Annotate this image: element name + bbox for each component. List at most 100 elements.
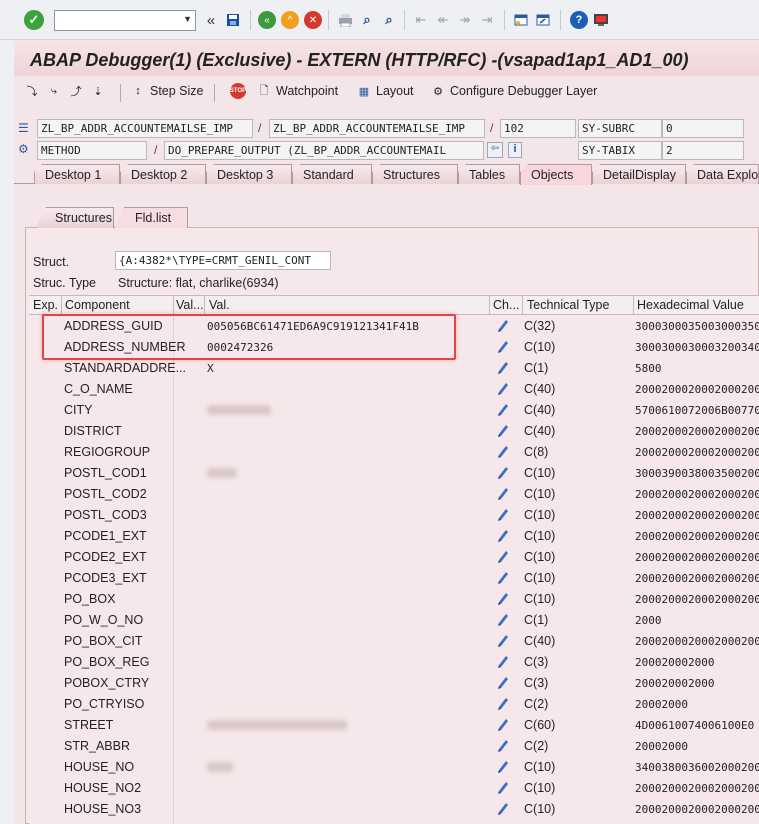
table-row[interactable]: HOUSE_NO3 C(10) 2000200020002000200: [29, 798, 759, 819]
table-row[interactable]: STR_ABBR C(2) 20002000: [29, 735, 759, 756]
pencil-icon[interactable]: [496, 318, 510, 332]
pencil-icon[interactable]: [496, 738, 510, 752]
pencil-icon[interactable]: [496, 612, 510, 626]
table-row[interactable]: HOUSE_NO2 C(10) 2000200020002000200: [29, 777, 759, 798]
pencil-icon[interactable]: [496, 654, 510, 668]
breakpoint-button[interactable]: STOP: [230, 83, 246, 99]
table-row[interactable]: REGIOGROUP C(8) 2000200020002000200: [29, 441, 759, 462]
pencil-icon[interactable]: [496, 780, 510, 794]
check-icon[interactable]: ✓: [24, 10, 44, 30]
table-row[interactable]: POSTL_COD3 C(10) 2000200020002000200: [29, 504, 759, 525]
subtab-structures[interactable]: Structures: [36, 207, 114, 228]
pencil-icon[interactable]: [496, 360, 510, 374]
table-row[interactable]: PO_BOX_CIT C(40) 2000200020002000200: [29, 630, 759, 651]
col-val[interactable]: Val.: [209, 298, 230, 312]
command-field[interactable]: ▼: [54, 10, 196, 31]
tab-data-explorer[interactable]: Data Explore: [686, 164, 759, 184]
tab-objects[interactable]: Objects: [520, 164, 592, 185]
table-row[interactable]: PO_BOX_REG C(3) 200020002000: [29, 651, 759, 672]
last-page-icon[interactable]: ⇥: [478, 11, 496, 29]
table-row[interactable]: HOUSE_NO C(10) 3400380036002000200: [29, 756, 759, 777]
prev-page-icon[interactable]: ↞: [434, 11, 452, 29]
pencil-icon[interactable]: [496, 759, 510, 773]
pencil-icon[interactable]: [496, 444, 510, 458]
tab-standard[interactable]: Standard: [292, 164, 372, 184]
watchpoint-button[interactable]: 🗋 Watchpoint: [256, 83, 339, 99]
table-row[interactable]: STANDARDADDRE... X C(1) 5800: [29, 357, 759, 378]
table-row[interactable]: PCODE2_EXT C(10) 2000200020002000200: [29, 546, 759, 567]
pencil-icon[interactable]: [496, 528, 510, 542]
create-session-icon[interactable]: [512, 11, 530, 29]
table-row[interactable]: DISTRICT C(40) 2000200020002000200: [29, 420, 759, 441]
execute-button[interactable]: ⤷: [46, 83, 62, 99]
pencil-icon[interactable]: [496, 507, 510, 521]
event-type-field[interactable]: METHOD: [37, 141, 147, 160]
table-row[interactable]: STREET C(60) 4D00610074006100E0: [29, 714, 759, 735]
col-technical-type[interactable]: Technical Type: [527, 298, 609, 312]
exit-icon[interactable]: ^: [281, 11, 299, 29]
pencil-icon[interactable]: [496, 801, 510, 815]
pencil-icon[interactable]: [496, 423, 510, 437]
tab-desktop-1[interactable]: Desktop 1: [34, 164, 120, 184]
include-field[interactable]: ZL_BP_ADDR_ACCOUNTEMAILSE_IMP: [269, 119, 485, 138]
col-hex-value[interactable]: Hexadecimal Value: [637, 298, 744, 312]
back-icon[interactable]: «: [202, 11, 220, 29]
subtab-fld-list[interactable]: Fld.list: [114, 207, 188, 228]
tab-tables[interactable]: Tables: [458, 164, 520, 184]
find-next-icon[interactable]: ⌕: [380, 11, 398, 29]
table-row[interactable]: PCODE3_EXT C(10) 2000200020002000200: [29, 567, 759, 588]
program-field[interactable]: ZL_BP_ADDR_ACCOUNTEMAILSE_IMP: [37, 119, 253, 138]
next-page-icon[interactable]: ↠: [456, 11, 474, 29]
event-field[interactable]: DO_PREPARE_OUTPUT (ZL_BP_ADDR_ACCOUNTEMA…: [164, 141, 484, 160]
continue-button[interactable]: ⇣: [90, 83, 106, 99]
pencil-icon[interactable]: [496, 570, 510, 584]
pencil-icon[interactable]: [496, 339, 510, 353]
table-row[interactable]: PO_W_O_NO C(1) 2000: [29, 609, 759, 630]
pencil-icon[interactable]: [496, 465, 510, 479]
tab-desktop-2[interactable]: Desktop 2: [120, 164, 206, 184]
table-row[interactable]: PCODE1_EXT C(10) 2000200020002000200: [29, 525, 759, 546]
table-row[interactable]: POSTL_COD2 C(10) 2000200020002000200: [29, 483, 759, 504]
shortcut-icon[interactable]: [534, 11, 552, 29]
subrc-value[interactable]: 0: [662, 119, 744, 138]
table-row[interactable]: PO_CTRYISO C(2) 20002000: [29, 693, 759, 714]
struct-field[interactable]: {A:4382*\TYPE=CRMT_GENIL_CONT: [115, 251, 331, 270]
step-size-button[interactable]: ↕ Step Size: [130, 83, 203, 99]
configure-debugger-layer-button[interactable]: ⚙ Configure Debugger Layer: [430, 83, 597, 99]
info-icon[interactable]: i: [508, 142, 522, 158]
table-row[interactable]: POSTL_COD1 C(10) 3000390038003500200: [29, 462, 759, 483]
line-field[interactable]: 102: [500, 119, 576, 138]
col-val-short[interactable]: Val...: [176, 298, 204, 312]
tab-structures[interactable]: Structures: [372, 164, 458, 184]
help-icon[interactable]: ?: [570, 11, 588, 29]
print-icon[interactable]: [336, 11, 354, 29]
first-page-icon[interactable]: ⇤: [412, 11, 430, 29]
return-button[interactable]: ⤴: [68, 83, 84, 99]
pencil-icon[interactable]: [496, 717, 510, 731]
pencil-icon[interactable]: [496, 675, 510, 689]
customize-icon[interactable]: [592, 11, 610, 29]
pencil-icon[interactable]: [496, 549, 510, 563]
pencil-icon[interactable]: [496, 381, 510, 395]
table-row[interactable]: POBOX_CTRY C(3) 200020002000: [29, 672, 759, 693]
pencil-icon[interactable]: [496, 633, 510, 647]
col-change[interactable]: Ch...: [493, 298, 519, 312]
table-row[interactable]: C_O_NAME C(40) 2000200020002000200: [29, 378, 759, 399]
col-component[interactable]: Component: [65, 298, 130, 312]
cancel-icon[interactable]: ✕: [304, 11, 322, 29]
save-icon[interactable]: [224, 11, 242, 29]
table-row[interactable]: PO_BOX C(10) 2000200020002000200: [29, 588, 759, 609]
back-green-icon[interactable]: «: [258, 11, 276, 29]
pencil-icon[interactable]: [496, 591, 510, 605]
step-into-button[interactable]: ⤵: [24, 83, 40, 99]
pencil-icon[interactable]: [496, 486, 510, 500]
tab-desktop-3[interactable]: Desktop 3: [206, 164, 292, 184]
col-exp[interactable]: Exp.: [33, 298, 58, 312]
layout-button[interactable]: ▦ Layout: [356, 83, 414, 99]
pencil-icon[interactable]: [496, 402, 510, 416]
tab-detaildisplay[interactable]: DetailDisplay: [592, 164, 686, 184]
pencil-icon[interactable]: [496, 696, 510, 710]
tabix-value[interactable]: 2: [662, 141, 744, 160]
table-row[interactable]: CITY C(40) 5700610072006B00770: [29, 399, 759, 420]
navigate-icon[interactable]: ⇦: [487, 142, 503, 158]
